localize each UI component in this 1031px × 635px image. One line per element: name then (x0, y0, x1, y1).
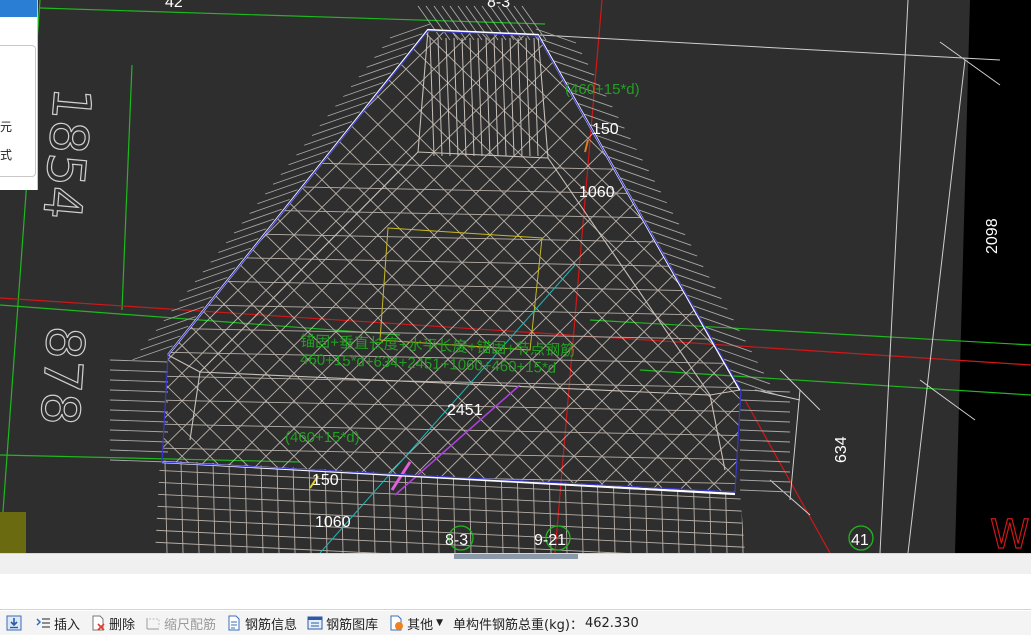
panel-separator (0, 574, 1031, 610)
other-dropdown[interactable]: 其他 ▼ (388, 614, 443, 633)
dim-2098: 2098 (984, 218, 1001, 254)
dim-1060-top: 1060 (579, 184, 615, 201)
other-label: 其他 (407, 617, 434, 633)
rebar-library-icon (307, 616, 323, 630)
horizontal-scrollbar[interactable] (0, 553, 1031, 574)
scale-rebar-button[interactable]: 缩尺配筋 (145, 614, 216, 633)
total-weight-label: 单构件钢筋总重(kg)： (453, 617, 583, 633)
download-button[interactable] (6, 615, 25, 631)
cad-viewport[interactable]: 1854 878 42 8-3 2098 634 150 1060 150 10… (0, 0, 1031, 553)
svg-text:8-3: 8-3 (445, 532, 468, 549)
formula-left-mid: (460+15*d) (285, 429, 360, 446)
scrollbar-thumb[interactable] (454, 554, 578, 559)
dim-top-8-3: 8-3 (487, 0, 510, 11)
popup-title-bar (0, 0, 37, 17)
insert-label: 插入 (54, 617, 81, 633)
dim-634: 634 (833, 436, 850, 463)
popup-text-2: 式 (0, 148, 13, 162)
rebar-info-button[interactable]: 钢筋信息 (226, 614, 297, 633)
total-weight-value: 462.330 (584, 615, 639, 631)
rebar-3d-scene: 1854 878 42 8-3 2098 634 150 1060 150 10… (0, 0, 1031, 553)
dim-878: 878 (28, 324, 95, 427)
rebar-library-label: 钢筋图库 (326, 617, 379, 633)
delete-label: 删除 (109, 617, 136, 633)
download-icon (6, 615, 22, 631)
dim-1854: 1854 (31, 85, 102, 222)
other-doc-icon (390, 615, 404, 631)
delete-doc-icon (92, 615, 105, 631)
chevron-down-icon: ▼ (436, 618, 444, 628)
insert-button[interactable]: 插入 (35, 614, 80, 633)
rebar-library-button[interactable]: 钢筋图库 (307, 614, 378, 633)
insert-icon (36, 618, 50, 628)
olive-marker (0, 512, 26, 553)
left-popup-panel[interactable]: 元 式 (0, 0, 38, 190)
rebar-info-label: 钢筋信息 (245, 617, 298, 633)
delete-button[interactable]: 删除 (90, 614, 135, 633)
dim-1060-base: 1060 (315, 514, 351, 531)
dim-150-base: 150 (312, 472, 339, 489)
formula-top-right: (460+15*d) (565, 81, 640, 98)
scale-rebar-label: 缩尺配筋 (164, 617, 217, 633)
dim-2451: 2451 (447, 402, 483, 419)
corner-red-text: WR (990, 512, 1031, 553)
svg-text:9-21: 9-21 (534, 532, 566, 549)
drawing-background (0, 0, 1031, 553)
total-weight-readout: 单构件钢筋总重(kg)： 462.330 (453, 614, 639, 633)
rebar-info-icon (228, 615, 240, 631)
dim-150-top: 150 (592, 121, 619, 138)
popup-text-1: 元 (0, 120, 13, 134)
rebar-toolbar: 插入 删除 缩尺配筋 钢筋信息 钢筋图库 其他 ▼ 单构件钢筋总重(kg)： 4… (0, 611, 1031, 635)
svg-text:41: 41 (851, 532, 869, 549)
dim-42: 42 (165, 0, 183, 11)
scale-rebar-icon (146, 618, 160, 630)
